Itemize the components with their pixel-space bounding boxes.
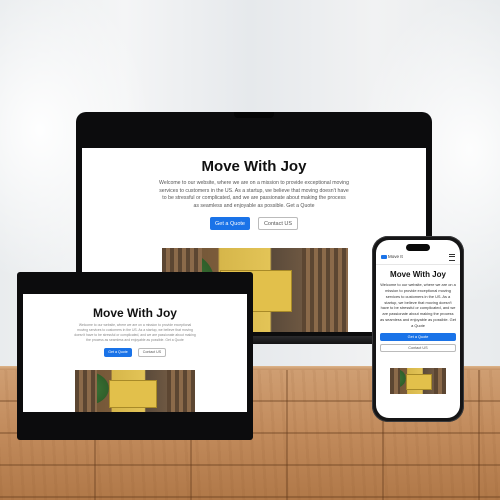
phone-dynamic-island — [406, 244, 430, 251]
hamburger-menu-icon[interactable] — [449, 254, 455, 261]
contact-us-button[interactable]: Contact US — [380, 343, 456, 352]
hero-section: Move With Joy Welcome to our website, wh… — [23, 306, 247, 357]
get-quote-button[interactable]: Get a Quote — [380, 332, 456, 341]
hero-title: Move With Joy — [390, 270, 446, 279]
tablet-screen: Move With Joy Welcome to our website, wh… — [23, 294, 247, 412]
hero-section: Move With Joy Welcome to our website, wh… — [376, 270, 460, 352]
laptop-camera-notch — [234, 112, 274, 118]
building-shape — [434, 368, 446, 394]
phone-screen: Move It Move With Joy Welcome to our web… — [376, 240, 460, 418]
brand-link[interactable]: Move It — [381, 254, 403, 259]
phone-mockup: Move It Move With Joy Welcome to our web… — [372, 236, 464, 422]
tablet-mockup: Move With Joy Welcome to our website, wh… — [17, 272, 253, 440]
get-quote-button[interactable]: Get a Quote — [104, 347, 132, 357]
moving-truck-shape — [406, 374, 432, 390]
hero-section: Move With Joy Welcome to our website, wh… — [82, 158, 426, 231]
get-quote-button[interactable]: Get a Quote — [210, 217, 250, 231]
moving-truck-shape — [109, 380, 157, 408]
contact-us-button[interactable]: Contact US — [138, 347, 166, 357]
building-shape — [390, 368, 400, 394]
navbar: Move It — [376, 251, 460, 265]
hero-buttons: Get a Quote Contact US — [23, 347, 247, 357]
hero-description: Welcome to our website, where we are on … — [159, 180, 349, 209]
logo-icon — [381, 254, 387, 259]
brand-name: Move It — [388, 254, 403, 259]
building-shape — [302, 248, 348, 332]
hero-buttons: Get a Quote Contact US — [82, 217, 426, 231]
hero-buttons: Get a Quote Contact US — [376, 332, 460, 352]
contact-us-button[interactable]: Contact US — [258, 217, 298, 231]
hero-title: Move With Joy — [201, 158, 307, 175]
hero-image — [390, 368, 446, 394]
hero-description: Welcome to our website, where we are on … — [74, 323, 196, 342]
building-shape — [167, 370, 195, 412]
hero-description: Welcome to our website, where we are on … — [380, 282, 456, 329]
hero-title: Move With Joy — [93, 306, 177, 320]
hero-image — [75, 370, 195, 412]
building-shape — [75, 370, 97, 412]
